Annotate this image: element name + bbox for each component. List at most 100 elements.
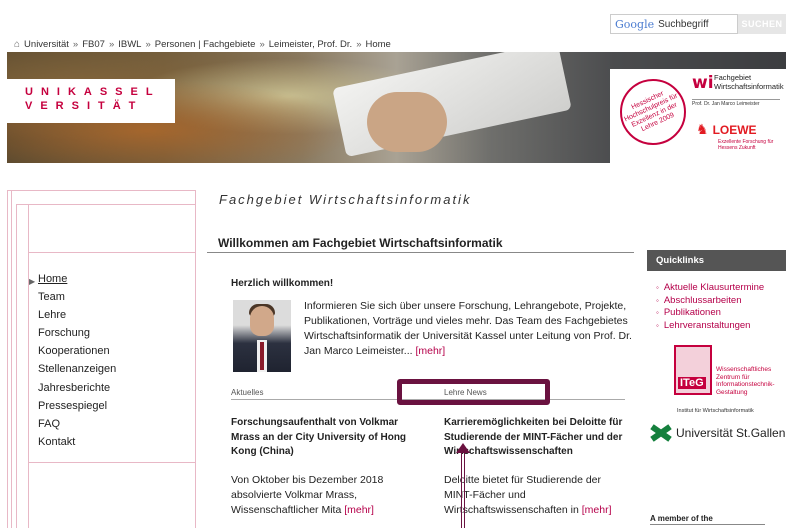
iteg-text: Wissenschaftliches Zentrum für Informati… — [716, 366, 775, 396]
news-body-text: Deloitte bietet für Studierende der MINT… — [444, 473, 602, 516]
university-logo-line1: UNIKASSEL — [25, 86, 161, 98]
hsg-name: Universität St.Gallen — [676, 426, 786, 440]
main-navigation: ▶ Home Team Lehre Forschung Kooperatione… — [29, 270, 116, 451]
wi-logo[interactable]: wi Fachgebiet Wirtschaftsinformatik Prof… — [692, 73, 784, 107]
loewe-logo: ♞ LOEWE — [696, 121, 757, 138]
quicklink-item[interactable]: ◦ Aktuelle Klausurtermine — [656, 282, 764, 295]
frame-line — [7, 190, 195, 191]
partner-logos: Hessischer Hochschulpreis für Exzellenz … — [610, 69, 786, 163]
bullet-icon: ◦ — [656, 283, 659, 292]
intro-text: Informieren Sie sich über unsere Forschu… — [304, 299, 634, 359]
nav-item-kooperationen[interactable]: Kooperationen — [38, 342, 116, 360]
frame-line — [195, 190, 196, 528]
seal-text: Hessischer Hochschulpreis für Exzellenz … — [623, 90, 679, 134]
active-caret-icon: ▶ — [29, 277, 36, 286]
wi-prof: Prof. Dr. Jan Marco Leimeister — [692, 99, 780, 107]
breadcrumb-separator: » — [145, 39, 151, 50]
portrait-tie — [260, 342, 264, 370]
breadcrumb-item-universitaet[interactable]: Universität — [24, 39, 69, 50]
home-icon[interactable]: ⌂ — [14, 39, 20, 50]
hsg-logo[interactable]: Universität St.Gallen — [650, 422, 785, 444]
university-logo-line2: VERSITÄT — [25, 100, 144, 112]
quicklinks-header: Quicklinks — [647, 250, 786, 271]
frame-line — [28, 252, 195, 253]
breadcrumb-separator: » — [108, 39, 115, 50]
tab-aktuelles[interactable]: Aktuelles — [231, 388, 263, 397]
frame-line — [16, 204, 195, 205]
news-title[interactable]: Karrieremöglichkeiten bei Deloitte für S… — [444, 416, 626, 460]
quicklink-label: Lehrveranstaltungen — [663, 319, 751, 331]
bullet-icon: ◦ — [656, 295, 659, 305]
news-body: Deloitte bietet für Studierende der MINT… — [444, 473, 626, 518]
frame-line — [16, 204, 17, 528]
header-banner: UNIKASSEL VERSITÄT Hessischer Hochschulp… — [7, 52, 786, 163]
news-title[interactable]: Forschungsaufenthalt von Volkmar Mrass a… — [231, 416, 411, 460]
quicklink-label: Publikationen — [663, 307, 721, 318]
breadcrumb-separator: » — [72, 39, 79, 50]
page-title: Willkommen am Fachgebiet Wirtschaftsinfo… — [218, 236, 503, 250]
member-label: A member of the — [650, 514, 713, 523]
nav-item-kontakt[interactable]: Kontakt — [38, 433, 116, 451]
loewe-subtitle: Exzellente Forschung für Hessens Zukunft — [718, 139, 774, 151]
quicklinks-list: ◦ Aktuelle Klausurtermine ◦ Abschlussarbei… — [656, 282, 764, 332]
google-logo: Google — [615, 17, 655, 31]
bullet-icon: ◦ — [656, 320, 659, 330]
news-more-link[interactable]: [mehr] — [344, 504, 374, 516]
professor-portrait — [233, 300, 291, 372]
frame-line — [28, 462, 195, 463]
iteg-mark: ITeG — [674, 345, 712, 395]
quicklink-item[interactable]: ◦ Publikationen — [656, 307, 764, 320]
nav-item-forschung[interactable]: Forschung — [38, 324, 116, 342]
wi-mark: wi — [692, 73, 714, 93]
site-search: Google Suchbegriff SUCHEN — [610, 14, 786, 34]
greeting-heading: Herzlich willkommen! — [231, 278, 334, 289]
annotation-arrow — [461, 451, 465, 528]
nav-item-lehre[interactable]: Lehre — [38, 306, 116, 324]
news-more-link[interactable]: [mehr] — [582, 504, 612, 516]
iteg-logo[interactable]: ITeG Wissenschaftliches Zentrum für Info… — [674, 345, 786, 405]
breadcrumb-item-leimeister[interactable]: Leimeister, Prof. Dr. — [269, 39, 352, 50]
title-divider — [207, 252, 634, 253]
intro-body: Informieren Sie sich über unsere Forschu… — [304, 300, 632, 357]
intro-more-link[interactable]: [mehr] — [415, 345, 445, 357]
breadcrumb-item-personen[interactable]: Personen | Fachgebiete — [155, 39, 256, 50]
loewe-label: LOEWE — [712, 122, 757, 137]
nav-item-home[interactable]: Home — [38, 270, 116, 288]
news-body: Von Oktober bis Dezember 2018 absolviert… — [231, 473, 411, 518]
banner-photo-hand — [367, 92, 447, 152]
search-input[interactable]: Google Suchbegriff — [610, 14, 738, 34]
breadcrumb-separator: » — [259, 39, 265, 50]
section-title: Fachgebiet Wirtschaftsinformatik — [219, 192, 472, 207]
quicklink-item[interactable]: ◦ Abschlussarbeiten — [656, 295, 764, 308]
lion-icon: ♞ — [696, 121, 709, 137]
hsg-mark-icon — [650, 422, 672, 444]
quicklink-label: Abschlussarbeiten — [663, 294, 742, 306]
iteg-mark-label: ITeG — [678, 377, 706, 389]
university-logo[interactable]: UNIKASSEL VERSITÄT — [7, 79, 175, 123]
breadcrumb: ⌂ Universität » FB07 » IBWL » Personen |… — [14, 39, 391, 50]
frame-line — [11, 190, 12, 528]
quicklink-label: Aktuelle Klausurtermine — [663, 282, 765, 293]
portrait-head — [250, 306, 274, 336]
news-item-aktuelles: Forschungsaufenthalt von Volkmar Mrass a… — [231, 416, 411, 518]
frame-line — [7, 190, 8, 528]
iteg-subtitle: Institut für Wirtschaftsinformatik — [677, 408, 754, 414]
nav-item-faq[interactable]: FAQ — [38, 415, 116, 433]
news-item-lehre: Karrieremöglichkeiten bei Deloitte für S… — [444, 416, 626, 518]
highlight-box — [397, 379, 550, 405]
breadcrumb-item-ibwl[interactable]: IBWL — [118, 39, 141, 50]
member-divider — [650, 524, 765, 525]
search-placeholder: Suchbegriff — [658, 18, 709, 30]
teaching-award-seal: Hessischer Hochschulpreis für Exzellenz … — [620, 79, 686, 145]
nav-item-jahresberichte[interactable]: Jahresberichte — [38, 379, 116, 397]
breadcrumb-item-home: Home — [365, 39, 391, 50]
breadcrumb-item-fb07[interactable]: FB07 — [82, 39, 105, 50]
nav-item-pressespiegel[interactable]: Pressespiegel — [38, 397, 116, 415]
search-button[interactable]: SUCHEN — [738, 14, 786, 34]
wi-title: Fachgebiet Wirtschaftsinformatik — [714, 73, 784, 91]
nav-item-stellenanzeigen[interactable]: Stellenanzeigen — [38, 360, 116, 378]
quicklink-item[interactable]: ◦ Lehrveranstaltungen — [656, 320, 764, 333]
bullet-icon: ◦ — [656, 308, 659, 317]
nav-item-team[interactable]: Team — [38, 288, 116, 306]
breadcrumb-separator: » — [356, 39, 362, 50]
